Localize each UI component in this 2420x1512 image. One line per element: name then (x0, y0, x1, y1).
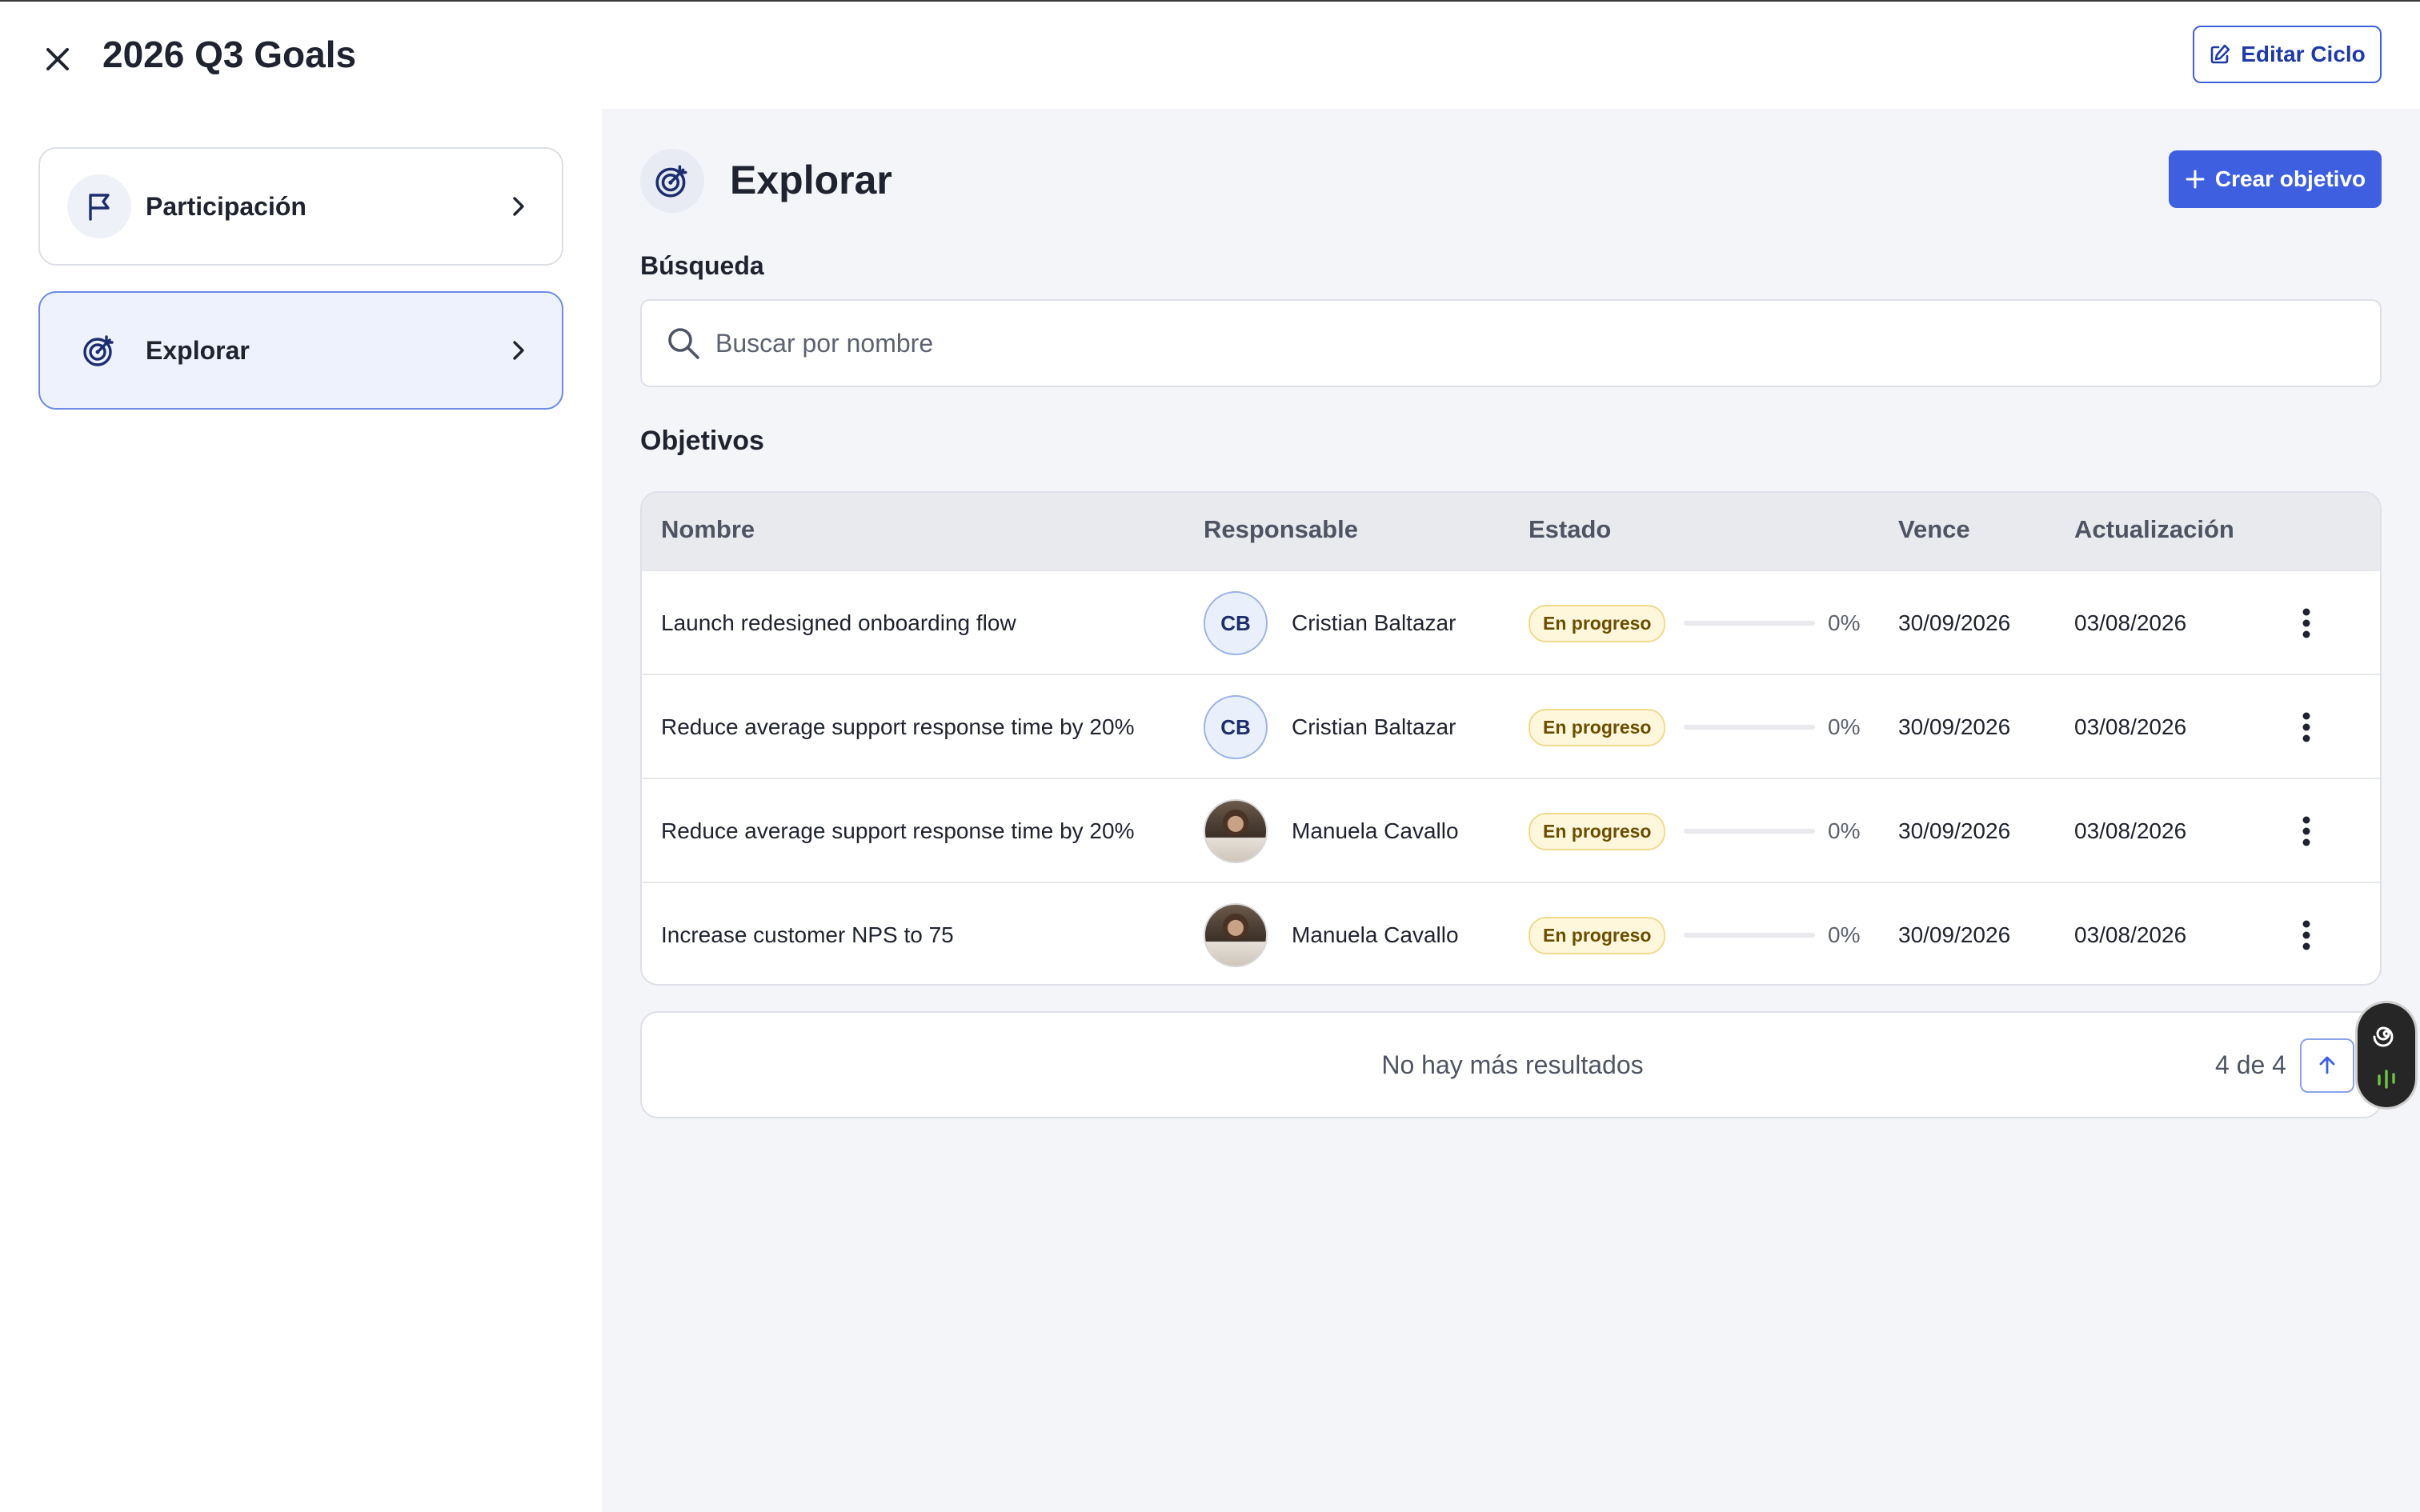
more-vertical-icon (2302, 712, 2310, 742)
updated-date: 03/08/2026 (2074, 610, 2187, 635)
row-menu-button[interactable] (2282, 911, 2330, 959)
avatar: CB (1204, 591, 1268, 655)
status-badge: En progreso (1529, 708, 1666, 746)
row-menu-button[interactable] (2282, 807, 2330, 855)
sidebar: Participación Explorar (0, 109, 602, 1512)
objective-name[interactable]: Launch redesigned onboarding flow (661, 571, 1016, 675)
table-row[interactable]: Reduce average support response time by … (642, 674, 2380, 779)
status-badge: En progreso (1529, 812, 1666, 850)
status-cell: En progreso (1529, 571, 1666, 675)
more-vertical-icon (2302, 608, 2310, 638)
progress-percent: 0% (1828, 818, 1861, 843)
plus-icon (2186, 170, 2205, 189)
objective-name[interactable]: Increase customer NPS to 75 (661, 883, 954, 984)
progress-bar (1684, 933, 1815, 938)
owner-cell: CB Cristian Baltazar (1204, 571, 1456, 675)
flag-icon (89, 194, 110, 221)
column-header-vence[interactable]: Vence (1898, 515, 1970, 544)
due-date: 30/09/2026 (1898, 610, 2011, 635)
search-field[interactable] (640, 299, 2382, 387)
table-header: Nombre Responsable Estado Vence Actualiz… (642, 493, 2380, 570)
column-header-actualizacion[interactable]: Actualización (2074, 515, 2234, 544)
pagination-footer: No hay más resultados 4 de 4 (640, 1011, 2382, 1118)
owner-name: Cristian Baltazar (1292, 714, 1456, 739)
more-vertical-icon (2302, 920, 2310, 950)
avatar: CB (1204, 695, 1268, 759)
search-label: Búsqueda (640, 251, 764, 280)
owner-name: Manuela Cavallo (1292, 818, 1459, 843)
updated-date: 03/08/2026 (2074, 714, 2187, 739)
column-header-nombre[interactable]: Nombre (661, 515, 755, 544)
progress-bar (1684, 621, 1815, 626)
close-button[interactable] (35, 37, 80, 82)
progress-bar (1684, 725, 1815, 730)
target-icon (655, 165, 687, 198)
sidebar-item-explorar[interactable]: Explorar (38, 291, 563, 410)
scroll-top-button[interactable] (2300, 1038, 2354, 1093)
result-count: 4 de 4 (2215, 1050, 2286, 1079)
main-content: Explorar Crear objetivo Búsqueda Objetiv… (602, 109, 2420, 1512)
avatar-photo (1204, 799, 1268, 863)
column-header-responsable[interactable]: Responsable (1204, 515, 1358, 544)
sidebar-item-label: Participación (146, 191, 307, 221)
progress-percent: 0% (1828, 714, 1861, 739)
assistant-widget[interactable] (2358, 1003, 2415, 1107)
edit-cycle-button[interactable]: Editar Ciclo (2193, 26, 2382, 83)
due-date: 30/09/2026 (1898, 922, 2011, 947)
progress-percent: 0% (1828, 610, 1861, 635)
updated-date: 03/08/2026 (2074, 922, 2187, 947)
updated-date: 03/08/2026 (2074, 818, 2187, 843)
objectives-table: Nombre Responsable Estado Vence Actualiz… (640, 491, 2382, 986)
close-icon (46, 48, 69, 70)
owner-name: Manuela Cavallo (1292, 922, 1459, 947)
create-objective-button[interactable]: Crear objetivo (2169, 150, 2382, 208)
edit-cycle-label: Editar Ciclo (2241, 42, 2366, 66)
owner-cell: CB Cristian Baltazar (1204, 675, 1456, 779)
search-input[interactable] (715, 328, 2236, 358)
target-icon (83, 335, 114, 366)
owner-cell: Manuela Cavallo (1204, 779, 1459, 883)
sidebar-icon-wrap (67, 174, 131, 238)
objective-name[interactable]: Reduce average support response time by … (661, 779, 1134, 883)
owner-name: Cristian Baltazar (1292, 610, 1456, 635)
chevron-right-icon (503, 190, 535, 222)
due-date: 30/09/2026 (1898, 818, 2011, 843)
page-header: 2026 Q3 Goals Editar Ciclo (0, 2, 2420, 109)
row-menu-button[interactable] (2282, 599, 2330, 647)
page-title: 2026 Q3 Goals (102, 34, 357, 75)
spiral-icon (2373, 1026, 2394, 1046)
section-title: Explorar (730, 158, 892, 202)
row-menu-button[interactable] (2282, 703, 2330, 751)
column-header-estado[interactable]: Estado (1529, 515, 1611, 544)
status-cell: En progreso (1529, 675, 1666, 779)
progress-bar (1684, 829, 1815, 834)
objective-name[interactable]: Reduce average support response time by … (661, 675, 1134, 779)
edit-icon (2210, 44, 2230, 64)
no-more-results: No hay más resultados (1381, 1050, 1644, 1079)
progress-percent: 0% (1828, 922, 1861, 947)
sidebar-item-label: Explorar (146, 335, 250, 365)
status-badge: En progreso (1529, 604, 1666, 642)
sidebar-item-participacion[interactable]: Participación (38, 147, 563, 266)
arrow-up-icon (2319, 1056, 2335, 1074)
avatar-photo (1204, 903, 1268, 967)
sidebar-icon-wrap (67, 318, 131, 382)
section-icon-wrap (640, 149, 704, 213)
audio-bars-icon (2378, 1069, 2395, 1089)
create-objective-label: Crear objetivo (2214, 166, 2366, 191)
owner-cell: Manuela Cavallo (1204, 883, 1459, 984)
status-cell: En progreso (1529, 883, 1666, 984)
table-row[interactable]: Launch redesigned onboarding flow CB Cri… (642, 570, 2380, 675)
due-date: 30/09/2026 (1898, 714, 2011, 739)
table-row[interactable]: Increase customer NPS to 75 Manuela Cava… (642, 882, 2380, 984)
chevron-right-icon (503, 334, 535, 366)
status-cell: En progreso (1529, 779, 1666, 883)
search-icon (668, 328, 699, 359)
status-badge: En progreso (1529, 916, 1666, 954)
table-row[interactable]: Reduce average support response time by … (642, 778, 2380, 883)
objectives-label: Objetivos (640, 426, 764, 456)
more-vertical-icon (2302, 816, 2310, 846)
